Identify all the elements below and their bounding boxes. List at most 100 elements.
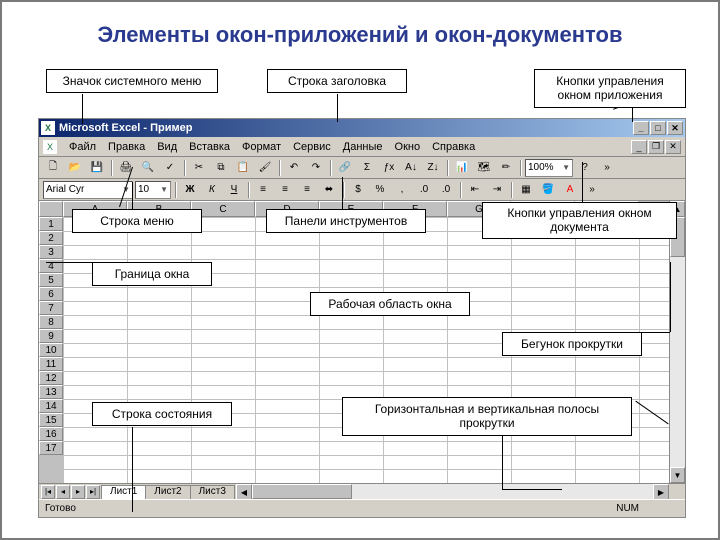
cut-icon[interactable]: ✂ [189,159,209,177]
align-center-icon[interactable]: ≡ [275,181,295,199]
row-header[interactable]: 3 [39,245,63,259]
row-header[interactable]: 15 [39,413,63,427]
status-num: NUM [616,503,639,514]
h-scroll-track[interactable] [252,484,653,499]
autosum-icon[interactable]: Σ [357,159,377,177]
maximize-button[interactable]: □ [650,121,666,135]
sheet-tabs: |◂ ◂ ▸ ▸| Лист1 Лист2 Лист3 [39,484,236,499]
size-combo[interactable]: 10▼ [135,181,171,199]
scroll-right-icon[interactable]: ▶ [653,484,669,500]
font-color-icon[interactable]: A [560,181,580,199]
paste-icon[interactable]: 📋 [233,159,253,177]
spell-icon[interactable]: ✓ [160,159,180,177]
menu-window[interactable]: Окно [389,141,427,153]
row-header[interactable]: 17 [39,441,63,455]
menu-data[interactable]: Данные [337,141,389,153]
menu-tools[interactable]: Сервис [287,141,337,153]
scroll-down-icon[interactable]: ▼ [670,467,685,483]
row-header[interactable]: 8 [39,315,63,329]
scroll-left-icon[interactable]: ◀ [236,484,252,500]
size-grip[interactable] [669,484,685,499]
v-scroll-track[interactable] [670,217,685,467]
link-icon[interactable]: 🔗 [335,159,355,177]
first-sheet-icon[interactable]: |◂ [41,485,55,499]
sheet-tab-3[interactable]: Лист3 [190,485,235,499]
doc-close-button[interactable]: ✕ [665,140,681,154]
open-icon[interactable]: 📂 [65,159,85,177]
undo-icon[interactable]: ↶ [284,159,304,177]
row-header[interactable]: 12 [39,371,63,385]
bold-icon[interactable]: Ж [180,181,200,199]
row-header[interactable]: 5 [39,273,63,287]
format-painter-icon[interactable]: 🖌 [255,159,275,177]
merge-icon[interactable]: ⬌ [319,181,339,199]
doc-system-icon[interactable]: X [43,140,57,154]
save-icon[interactable]: 💾 [87,159,107,177]
preview-icon[interactable]: 🔍 [138,159,158,177]
drawing-icon[interactable]: ✏ [496,159,516,177]
sort-asc-icon[interactable]: A↓ [401,159,421,177]
row-header[interactable]: 1 [39,217,63,231]
menu-insert[interactable]: Вставка [183,141,236,153]
chart-icon[interactable]: 📊 [452,159,472,177]
menu-help[interactable]: Справка [426,141,481,153]
zoom-combo[interactable]: 100%▼ [525,159,573,177]
font-combo[interactable]: Arial Cyr▼ [43,181,133,199]
fx-icon[interactable]: ƒx [379,159,399,177]
more-format-icon[interactable]: » [582,181,602,199]
redo-icon[interactable]: ↷ [306,159,326,177]
row-header[interactable]: 11 [39,357,63,371]
row-header[interactable]: 16 [39,427,63,441]
row-header[interactable]: 13 [39,385,63,399]
comma-icon[interactable]: , [392,181,412,199]
percent-icon[interactable]: % [370,181,390,199]
system-menu-icon[interactable]: X [41,121,55,135]
menu-file[interactable]: Файл [63,141,102,153]
horizontal-scrollbar[interactable]: ◀ ▶ [236,484,669,499]
close-button[interactable]: ✕ [667,121,683,135]
select-all-button[interactable] [39,201,63,217]
last-sheet-icon[interactable]: ▸| [86,485,100,499]
inc-indent-icon[interactable]: ⇥ [487,181,507,199]
menu-edit[interactable]: Правка [102,141,151,153]
help-icon[interactable]: ? [575,159,595,177]
sort-desc-icon[interactable]: Z↓ [423,159,443,177]
row-header[interactable]: 9 [39,329,63,343]
currency-icon[interactable]: $ [348,181,368,199]
vertical-scrollbar[interactable]: ▲ ▼ [669,201,685,483]
row-header[interactable]: 10 [39,343,63,357]
doc-minimize-button[interactable]: _ [631,140,647,154]
doc-restore-button[interactable]: ❐ [648,140,664,154]
menu-view[interactable]: Вид [151,141,183,153]
inc-decimal-icon[interactable]: .0 [414,181,434,199]
minimize-button[interactable]: _ [633,121,649,135]
callout-menubar: Строка меню [72,209,202,233]
row-header[interactable]: 14 [39,399,63,413]
align-right-icon[interactable]: ≡ [297,181,317,199]
dec-indent-icon[interactable]: ⇤ [465,181,485,199]
titlebar[interactable]: X Microsoft Excel - Пример _ □ ✕ [39,119,685,137]
row-header[interactable]: 6 [39,287,63,301]
dec-decimal-icon[interactable]: .0 [436,181,456,199]
h-scroll-thumb[interactable] [252,484,352,499]
print-icon[interactable]: 🖨 [116,159,136,177]
sheet-tab-2[interactable]: Лист2 [145,485,190,499]
next-sheet-icon[interactable]: ▸ [71,485,85,499]
standard-toolbar: 🗋 📂 💾 🖨 🔍 ✓ ✂ ⧉ 📋 🖌 ↶ ↷ 🔗 Σ ƒx A↓ Z↓ 📊 🗺… [39,157,685,179]
copy-icon[interactable]: ⧉ [211,159,231,177]
map-icon[interactable]: 🗺 [474,159,494,177]
italic-icon[interactable]: К [202,181,222,199]
align-left-icon[interactable]: ≡ [253,181,273,199]
row-header[interactable]: 7 [39,301,63,315]
borders-icon[interactable]: ▦ [516,181,536,199]
menu-format[interactable]: Формат [236,141,287,153]
underline-icon[interactable]: Ч [224,181,244,199]
row-header[interactable]: 2 [39,231,63,245]
more-icon[interactable]: » [597,159,617,177]
fill-color-icon[interactable]: 🪣 [538,181,558,199]
status-ready: Готово [45,503,76,514]
new-icon[interactable]: 🗋 [43,159,63,177]
prev-sheet-icon[interactable]: ◂ [56,485,70,499]
callout-system-icon: Значок системного меню [46,69,218,93]
sheet-tab-1[interactable]: Лист1 [101,485,146,499]
